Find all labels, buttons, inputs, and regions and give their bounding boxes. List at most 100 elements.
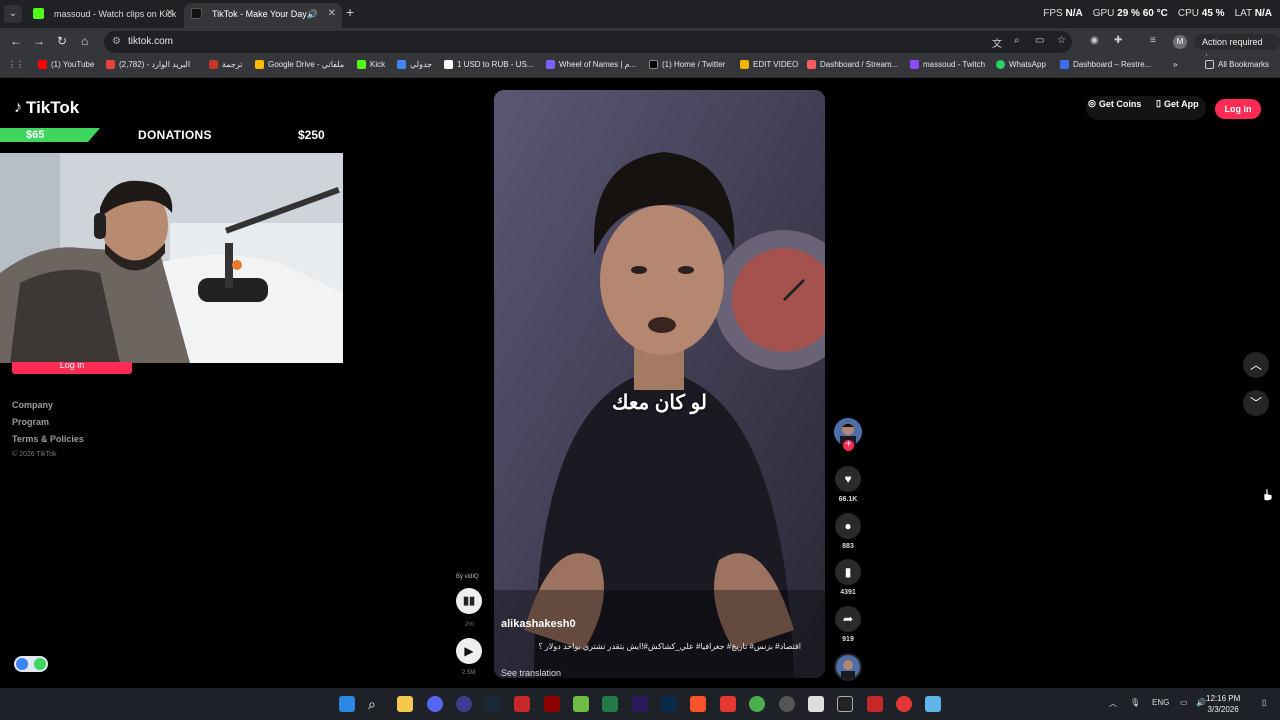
share-icon[interactable]: ➦ xyxy=(835,606,861,632)
steam-icon[interactable] xyxy=(485,696,501,712)
zoom-icon[interactable]: ⌕ xyxy=(1014,35,1020,46)
app-icon[interactable] xyxy=(837,696,853,712)
address-bar[interactable]: ⚙ tiktok.com xyxy=(104,31,1072,53)
extension-icon[interactable]: ◉ xyxy=(1090,35,1099,46)
notification-icon[interactable]: ▯ xyxy=(1262,698,1266,707)
volume-icon[interactable]: 🔊 xyxy=(1196,698,1206,707)
like-action[interactable]: ♥ 66.1K xyxy=(835,466,861,503)
app-icon[interactable] xyxy=(544,696,560,712)
excel-icon[interactable] xyxy=(602,696,618,712)
tab-kick[interactable]: massoud - Watch clips on Kick ✕ xyxy=(26,3,180,28)
forward-icon[interactable]: → xyxy=(33,34,45,48)
start-icon[interactable] xyxy=(339,696,355,712)
bookmark-item[interactable]: جدولي xyxy=(397,60,432,69)
see-translation-link[interactable]: See translation xyxy=(501,668,561,678)
vidiq-stats-icon[interactable]: ▮▮ xyxy=(456,588,482,614)
video-player[interactable]: لو كان معك alikashakesh0 اقتصاد# بزنس# ت… xyxy=(494,90,825,678)
bookmark-item[interactable]: massoud - Twitch xyxy=(910,60,985,69)
toggle-status xyxy=(34,658,46,670)
get-app-button[interactable]: ▯ Get App xyxy=(1156,98,1199,109)
bookmark-item[interactable]: Kick xyxy=(357,60,385,69)
chevron-up-icon[interactable]: ︿ xyxy=(1243,352,1269,378)
speaker-icon[interactable]: 🔊 xyxy=(307,3,318,25)
tab-tiktok[interactable]: TikTok - Make Your Day 🔊 ✕ xyxy=(184,3,342,28)
follow-plus-icon[interactable]: + xyxy=(843,440,854,451)
tiktok-logo[interactable]: ♪ TikTok xyxy=(14,98,79,118)
bookmark-item[interactable]: Dashboard / Stream... xyxy=(807,60,898,69)
login-button[interactable]: Log in xyxy=(1215,99,1261,119)
chevron-down-icon[interactable]: ﹀ xyxy=(1243,390,1269,416)
bookmark-item[interactable]: البريد الوارد - (2,782) xyxy=(106,60,190,69)
bookmark-icon[interactable]: ▮ xyxy=(835,559,861,585)
reading-list-icon[interactable]: ≡ xyxy=(1150,35,1156,46)
app-icon[interactable] xyxy=(514,696,530,712)
app-icon[interactable] xyxy=(896,696,912,712)
browser-toolbar: ← → ↻ ⌂ ⚙ tiktok.com 文 ⌕ ▭ ☆ ◉ ✚ ≡ M Act… xyxy=(0,28,1280,63)
system-clock[interactable]: 12:16 PM 3/3/2026 xyxy=(1206,693,1240,715)
extensions-puzzle-icon[interactable]: ✚ xyxy=(1114,35,1122,46)
file-explorer-icon[interactable] xyxy=(397,696,413,712)
app-icon[interactable] xyxy=(573,696,589,712)
bookmark-item[interactable]: Wheel of Names | م... xyxy=(546,60,636,69)
cast-icon[interactable]: ▭ xyxy=(1035,35,1044,46)
profile-avatar[interactable]: M xyxy=(1173,35,1187,49)
reload-icon[interactable]: ↻ xyxy=(57,34,67,48)
tiktok-note-icon: ♪ xyxy=(14,99,22,116)
notepad-icon[interactable] xyxy=(925,696,941,712)
premiere-icon[interactable] xyxy=(632,696,648,712)
apps-icon[interactable]: ⋮⋮ xyxy=(8,60,24,69)
footer-link-program[interactable]: Program xyxy=(12,417,84,427)
comment-action[interactable]: ● 883 xyxy=(835,513,861,550)
bookmark-item[interactable]: (1) Home / Twitter xyxy=(649,60,725,69)
bookmarks-overflow-icon[interactable]: » xyxy=(1173,60,1177,69)
sidebar-login-button[interactable]: Log in xyxy=(12,362,132,374)
site-info-icon[interactable]: ⚙ xyxy=(112,31,121,53)
app-icon[interactable] xyxy=(779,696,795,712)
discord-icon[interactable] xyxy=(427,696,443,712)
close-tab-icon[interactable]: ✕ xyxy=(166,3,174,25)
close-tab-icon[interactable]: ✕ xyxy=(328,3,336,25)
action-required-button[interactable]: Action required ⋮ xyxy=(1194,34,1280,63)
donation-goal: $250 xyxy=(298,128,325,142)
app-icon[interactable] xyxy=(808,696,824,712)
home-icon[interactable]: ⌂ xyxy=(81,34,88,48)
bookmark-star-icon[interactable]: ☆ xyxy=(1057,35,1066,46)
mouse-cursor-icon xyxy=(1263,488,1273,502)
app-icon[interactable] xyxy=(720,696,736,712)
play-icon[interactable]: ▶ xyxy=(456,638,482,664)
search-icon[interactable]: ⌕ xyxy=(368,696,384,712)
bookmark-item[interactable]: (1) YouTube xyxy=(38,60,94,69)
all-bookmarks-button[interactable]: All Bookmarks xyxy=(1205,60,1269,69)
power-toggle[interactable] xyxy=(14,656,48,672)
photoshop-icon[interactable] xyxy=(661,696,677,712)
bookmark-item[interactable]: ترجمة xyxy=(209,60,243,69)
get-coins-button[interactable]: ◎ Get Coins xyxy=(1088,98,1141,109)
tab-search-icon[interactable]: ⌄ xyxy=(4,5,22,23)
bookmark-item[interactable]: EDIT VIDEO xyxy=(740,60,798,69)
bookmark-item[interactable]: Dashboard – Restre... xyxy=(1060,60,1151,69)
heart-icon[interactable]: ♥ xyxy=(835,466,861,492)
performance-overlay: FPS N/A GPU 29 % 60 °C CPU 45 % LAT N/A xyxy=(1043,8,1272,19)
back-icon[interactable]: ← xyxy=(10,34,22,48)
translate-icon[interactable]: 文 xyxy=(992,35,1002,50)
save-action[interactable]: ▮ 4391 xyxy=(835,559,861,596)
bookmark-item[interactable]: 1 USD to RUB - US... xyxy=(444,60,533,69)
network-icon[interactable]: ▭ xyxy=(1180,698,1188,707)
microphone-icon[interactable]: 🎙 xyxy=(1130,698,1140,707)
footer-link-company[interactable]: Company xyxy=(12,400,84,410)
new-tab-button[interactable]: + xyxy=(346,4,354,20)
chrome-icon[interactable] xyxy=(749,696,765,712)
app-icon[interactable] xyxy=(867,696,883,712)
brave-icon[interactable] xyxy=(690,696,706,712)
app-icon[interactable] xyxy=(456,696,472,712)
language-indicator[interactable]: ENG xyxy=(1152,698,1169,707)
vidiq-percent: 2% xyxy=(465,622,474,628)
comment-icon[interactable]: ● xyxy=(835,513,861,539)
share-action[interactable]: ➦ 919 xyxy=(835,606,861,643)
bookmark-item[interactable]: Google Drive - ملفاتي xyxy=(255,60,344,69)
bookmark-item[interactable]: WhatsApp xyxy=(996,60,1046,69)
music-disc-icon[interactable] xyxy=(834,653,862,681)
video-username[interactable]: alikashakesh0 xyxy=(501,618,576,630)
tray-overflow-icon[interactable]: ︿ xyxy=(1109,698,1117,709)
footer-link-terms[interactable]: Terms & Policies xyxy=(12,434,84,444)
